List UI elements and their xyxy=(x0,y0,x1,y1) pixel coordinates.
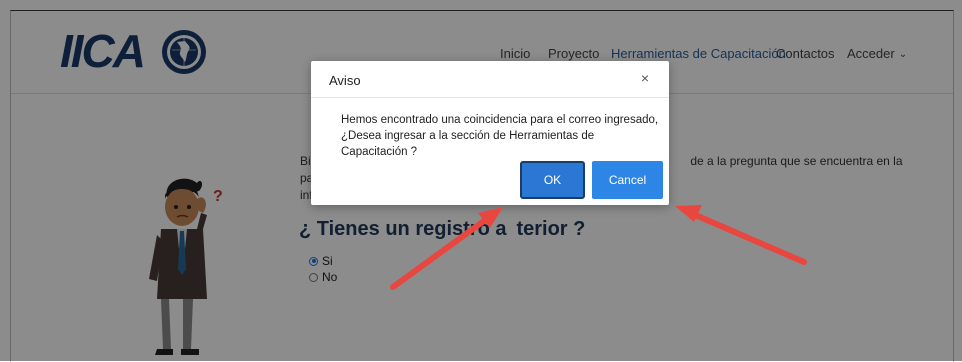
dialog-message-line1: Hemos encontrado una coincidencia para e… xyxy=(341,114,659,126)
close-icon[interactable]: × xyxy=(641,70,649,86)
dialog-divider xyxy=(311,97,669,98)
dialog-message-line2: ¿Desea ingresar a la sección de Herramie… xyxy=(341,130,595,158)
cancel-button[interactable]: Cancel xyxy=(592,161,663,199)
ok-button[interactable]: OK xyxy=(520,161,585,199)
aviso-dialog: Aviso × Hemos encontrado una coincidenci… xyxy=(311,61,669,205)
dialog-title: Aviso xyxy=(329,73,361,88)
dialog-message: Hemos encontrado una coincidencia para e… xyxy=(341,112,661,160)
